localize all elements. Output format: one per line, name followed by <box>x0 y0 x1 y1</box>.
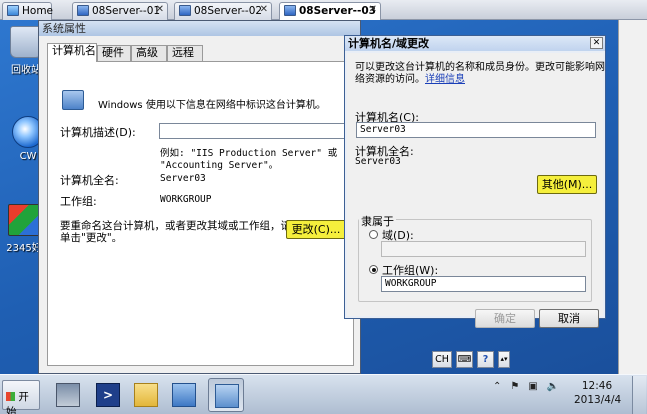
full-name-label: 计算机全名: <box>60 174 119 187</box>
intro-line2: 络资源的访问。详细信息 <box>355 70 465 85</box>
intro-text: Windows 使用以下信息在网络中标识这台计算机。 <box>98 100 326 111</box>
server-manager-icon <box>56 383 80 407</box>
taskbar-explorer[interactable] <box>128 378 164 412</box>
system-properties-window: 系统属性 计算机名 硬件 高级 远程 Windows 使用以下信息在网络中标识这… <box>38 20 361 374</box>
monitor-icon <box>179 5 191 16</box>
tab-remote[interactable]: 远程 <box>167 45 203 61</box>
clock-date: 2013/4/4 <box>574 394 622 406</box>
window-titlebar[interactable]: 系统属性 <box>39 21 360 36</box>
rename-hint-line2: 单击"更改"。 <box>60 232 123 244</box>
system-tray: ⌃ ⚑ ▣ 🔈 <box>493 381 568 392</box>
powershell-icon: > <box>96 383 120 407</box>
computer-name-panel: Windows 使用以下信息在网络中标识这台计算机。 计算机描述(D): 例如:… <box>47 61 354 366</box>
clock-time: 12:46 <box>581 380 613 392</box>
desktop-icon-label: 回收站 <box>11 65 41 76</box>
workgroup-radio[interactable] <box>369 265 378 274</box>
tab-label: 远程 <box>172 46 194 59</box>
taskbar-system-properties[interactable] <box>208 378 244 412</box>
tab-label: 计算机名 <box>52 44 96 57</box>
volume-icon[interactable]: 🔈 <box>547 381 559 392</box>
cancel-button[interactable]: 取消 <box>539 309 599 328</box>
start-button[interactable]: 开始 <box>2 380 40 414</box>
tab-08server-02[interactable]: 08Server--02 ✕ <box>174 2 272 20</box>
taskbar-powershell[interactable]: > <box>90 378 126 412</box>
other-button[interactable]: 其他(M)... <box>537 175 597 194</box>
example-text-line2: "Accounting Server"。 <box>160 160 279 171</box>
more-info-link[interactable]: 详细信息 <box>425 74 465 85</box>
flag-icon[interactable]: ⚑ <box>510 381 519 392</box>
toolbar-options-icon[interactable]: ▴▾ <box>498 351 510 368</box>
control-panel-icon <box>172 383 196 407</box>
full-name-value: Server03 <box>160 173 206 184</box>
tab-label: 硬件 <box>102 46 124 59</box>
chevron-up-icon[interactable]: ⌃ <box>493 381 501 392</box>
scrollbar-strip[interactable] <box>618 20 647 374</box>
taskbar-server-manager[interactable] <box>50 378 86 412</box>
dialog-titlebar[interactable]: 计算机名/域更改 ✕ <box>345 36 605 51</box>
ime-icon[interactable]: ⌨ <box>456 351 473 368</box>
language-toolbar: CH ⌨ ? ▴▾ <box>432 351 512 369</box>
dialog-body: 可以更改这台计算机的名称和成员身份。更改可能影响网 络资源的访问。详细信息 计算… <box>347 53 605 328</box>
tab-label: 08Server--03 <box>299 5 376 17</box>
rename-dialog: 计算机名/域更改 ✕ 可以更改这台计算机的名称和成员身份。更改可能影响网 络资源… <box>344 35 606 328</box>
taskbar: 开始 > ⌃ ⚑ ▣ 🔈 12:46 2013/4/4 <box>0 374 647 414</box>
close-icon[interactable]: ✕ <box>369 4 377 15</box>
workgroup-value: WORKGROUP <box>160 194 212 205</box>
description-label: 计算机描述(D): <box>60 126 136 139</box>
help-icon[interactable]: ? <box>477 351 494 368</box>
windows-logo-icon <box>6 392 15 401</box>
close-icon[interactable]: ✕ <box>590 37 603 49</box>
network-icon[interactable]: ▣ <box>528 381 537 392</box>
2345-icon <box>8 204 40 236</box>
tab-label: 08Server--02 <box>194 5 263 17</box>
tab-computer-name[interactable]: 计算机名 <box>47 43 97 62</box>
window-title: 系统属性 <box>42 22 86 35</box>
tab-08server-03[interactable]: 08Server--03 ✕ <box>279 2 381 21</box>
tab-08server-01[interactable]: 08Server--01 ✕ <box>72 2 168 20</box>
host-tab-bar: Home 08Server--01 ✕ 08Server--02 ✕ 08Ser… <box>0 0 647 21</box>
language-indicator[interactable]: CH <box>432 351 452 368</box>
close-icon[interactable]: ✕ <box>156 4 164 15</box>
tab-label: Home <box>22 5 54 17</box>
clock[interactable]: 12:46 2013/4/4 <box>574 379 622 407</box>
monitor-icon <box>284 5 296 16</box>
folder-icon <box>134 383 158 407</box>
description-input[interactable] <box>159 123 349 139</box>
domain-radio[interactable] <box>369 230 378 239</box>
desktop-icon-label: 2345好 <box>6 243 42 254</box>
computer-icon <box>62 90 84 110</box>
change-button[interactable]: 更改(C)... <box>286 220 346 239</box>
workgroup-label: 工作组: <box>60 195 97 208</box>
home-icon <box>7 5 19 16</box>
show-desktop-button[interactable] <box>632 376 646 414</box>
dialog-title: 计算机名/域更改 <box>348 37 430 50</box>
tab-label: 高级 <box>136 46 158 59</box>
tab-advanced[interactable]: 高级 <box>131 45 167 61</box>
workgroup-input[interactable]: WORKGROUP <box>381 276 586 292</box>
desktop-icon-label: CW <box>19 151 37 162</box>
computer-name-input[interactable]: Server03 <box>356 122 596 138</box>
monitor-icon <box>77 5 89 16</box>
taskbar-control-panel[interactable] <box>166 378 202 412</box>
close-icon[interactable]: ✕ <box>260 4 268 15</box>
full-name-value: Server03 <box>355 156 401 167</box>
tab-home[interactable]: Home <box>2 2 54 20</box>
domain-input[interactable] <box>381 241 586 257</box>
intro-line2-text: 络资源的访问。 <box>355 74 425 85</box>
computer-icon <box>215 384 239 408</box>
tab-label: 08Server--01 <box>92 5 161 17</box>
tab-hardware[interactable]: 硬件 <box>97 45 131 61</box>
ok-button[interactable]: 确定 <box>475 309 535 328</box>
